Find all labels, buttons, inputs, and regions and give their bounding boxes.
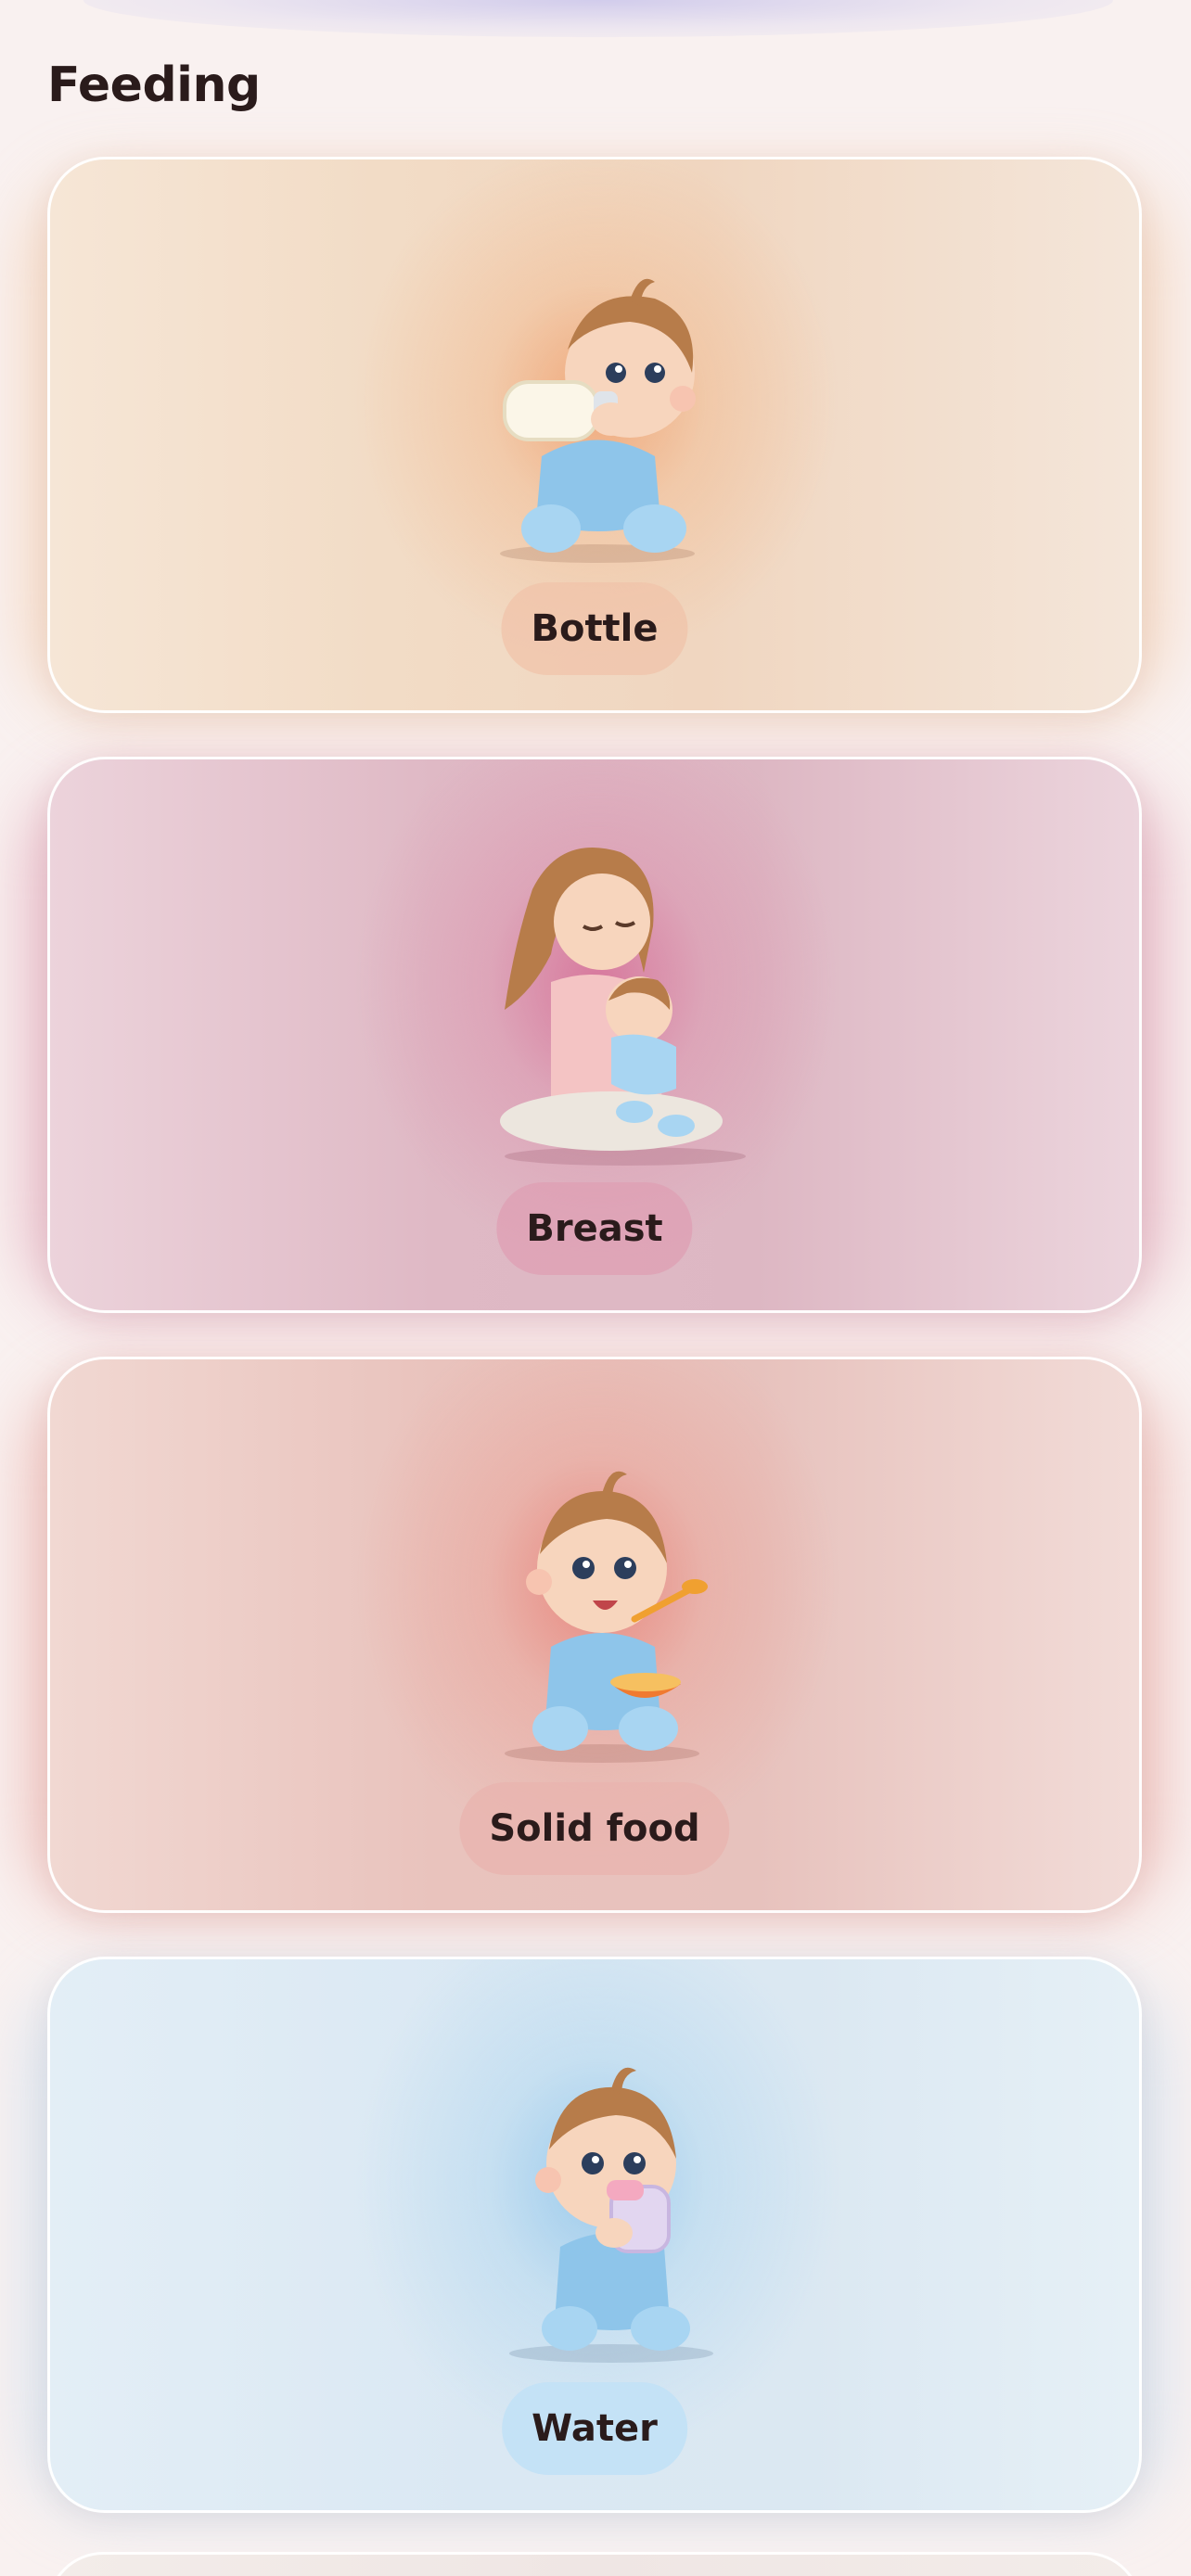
breastfeeding-icon — [412, 834, 783, 1167]
baby-bottle-icon — [412, 234, 783, 567]
feeding-option-water[interactable]: Water — [47, 1957, 1142, 2513]
feeding-option-breast[interactable]: Breast — [47, 757, 1142, 1313]
baby-eating-icon — [412, 1434, 783, 1767]
option-label: Bottle — [501, 582, 688, 675]
top-glow — [83, 0, 1113, 37]
option-label: Water — [502, 2382, 687, 2475]
option-label: Solid food — [459, 1782, 730, 1875]
option-label: Breast — [496, 1182, 693, 1275]
feeding-option-next[interactable] — [47, 2552, 1142, 2576]
baby-sippy-cup-icon — [412, 2034, 783, 2367]
feeding-option-bottle[interactable]: Bottle — [47, 157, 1142, 713]
feeding-option-solid-food[interactable]: Solid food — [47, 1357, 1142, 1913]
page-title: Feeding — [47, 57, 261, 113]
